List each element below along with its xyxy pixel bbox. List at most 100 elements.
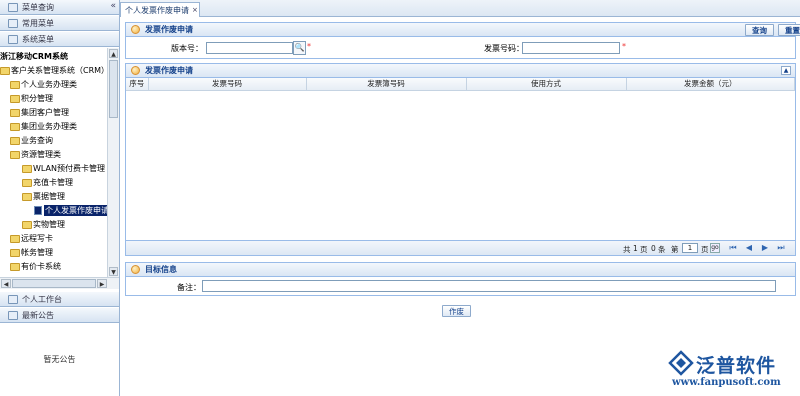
- tree-item-label: 业务查询: [21, 136, 53, 145]
- page-number-input[interactable]: 1: [682, 243, 698, 253]
- column-header[interactable]: 发票金额（元）: [626, 78, 795, 91]
- folder-icon: [22, 192, 32, 201]
- version-input[interactable]: [206, 42, 293, 54]
- column-header[interactable]: 发票号码: [148, 78, 307, 91]
- search-panel-title: 发票作废申请: [145, 25, 193, 34]
- scrollbar-thumb-horizontal[interactable]: [12, 279, 96, 288]
- tree-item[interactable]: 浙江移动CRM系统: [0, 50, 68, 63]
- menu-tree: 浙江移动CRM系统 客户关系管理系统（CRM） 个人业务办理类 积分管理 集团客户管理集…: [0, 48, 107, 277]
- tab-bar: 个人发票作废申请 ×: [120, 0, 800, 17]
- personal-workbench-header[interactable]: 个人工作台: [0, 292, 119, 307]
- target-info-header: 目标信息: [126, 263, 795, 277]
- common-menu-header[interactable]: 常用菜单: [0, 16, 119, 31]
- table-header-row: 序号 发票号码 发票簿号码 使用方式 发票金额（元）: [126, 78, 795, 91]
- folder-icon: [10, 94, 20, 103]
- scroll-left-icon[interactable]: ◀: [1, 279, 11, 288]
- tree-item[interactable]: 票据管理: [22, 190, 65, 203]
- logo-icon: [668, 350, 694, 376]
- common-menu-label: 常用菜单: [22, 18, 54, 28]
- personal-workbench-label: 个人工作台: [22, 294, 62, 304]
- menu-query-label: 菜单查询: [22, 2, 54, 12]
- pager-page-suffix: 页: [701, 245, 709, 254]
- target-info-panel: 目标信息 备注：: [125, 262, 796, 296]
- app-window: 菜单查询 « 常用菜单 系统菜单 浙江移动CRM系统 客户关系管理系统（CRM） 个…: [0, 0, 800, 396]
- search-panel: 发票作废申请 查询 重置 版本号： 🔍 * 发票号码： *: [125, 22, 800, 59]
- collapse-panel-icon[interactable]: ▲: [781, 66, 791, 75]
- tree-item[interactable]: 有价卡系统: [10, 260, 61, 273]
- scroll-right-icon[interactable]: ▶: [97, 279, 107, 288]
- folder-icon: [10, 234, 20, 243]
- pager-record-count: 0: [651, 244, 656, 253]
- folder-icon: [10, 248, 20, 257]
- collapse-left-icon[interactable]: «: [110, 1, 116, 11]
- latest-notice-header[interactable]: 最新公告: [0, 308, 119, 323]
- pagination-bar: 共 1 页 0 条 第 1 页 go ⏮ ◀ ▶ ⏭: [126, 240, 795, 255]
- query-button[interactable]: 查询: [745, 24, 774, 36]
- folder-icon: [22, 164, 32, 173]
- tree-horizontal-scrollbar[interactable]: ◀ ▶: [0, 277, 119, 289]
- folder-icon: [10, 122, 20, 131]
- tree-item[interactable]: 充值卡管理: [22, 176, 73, 189]
- folder-icon: [10, 136, 20, 145]
- desk-icon: [8, 295, 18, 304]
- tree-item[interactable]: 集团业务办理类: [10, 120, 77, 133]
- prev-page-icon[interactable]: ◀: [744, 243, 754, 253]
- tree-item-label: 充值卡管理: [33, 178, 73, 187]
- panel-bullet-icon: [131, 265, 140, 274]
- tree-item[interactable]: 积分管理: [10, 92, 53, 105]
- tree-item-label: 资源管理类: [21, 150, 61, 159]
- version-label: 版本号：: [171, 44, 203, 53]
- reset-button[interactable]: 重置: [778, 24, 800, 36]
- remark-input[interactable]: [202, 280, 776, 292]
- folder-icon: [22, 220, 32, 229]
- scroll-up-icon[interactable]: ▲: [109, 49, 118, 58]
- column-header[interactable]: 序号: [126, 78, 149, 91]
- tree-item[interactable]: 帐务管理: [10, 246, 53, 259]
- close-icon[interactable]: ×: [192, 6, 198, 14]
- panel-bullet-icon: [131, 66, 140, 75]
- system-menu-header[interactable]: 系统菜单: [0, 32, 119, 47]
- tree-item-label: 远程写卡: [21, 234, 53, 243]
- notice-content: 暂无公告: [0, 324, 119, 396]
- tree-item[interactable]: 资源管理类: [10, 148, 61, 161]
- panel-bullet-icon: [131, 25, 140, 34]
- tree-item[interactable]: WLAN预付费卡管理: [22, 162, 105, 175]
- search-icon[interactable]: 🔍: [293, 41, 306, 55]
- search-icon: [8, 3, 18, 12]
- folder-icon: [8, 35, 18, 44]
- brand-logo: 泛普软件 www.fanpusoft.com: [668, 350, 796, 392]
- first-page-icon[interactable]: ⏮: [728, 243, 738, 253]
- tree-item[interactable]: 个人发票作废申请: [34, 204, 107, 217]
- invoice-table: 序号 发票号码 发票簿号码 使用方式 发票金额（元）: [126, 78, 795, 91]
- remark-label: 备注：: [177, 283, 201, 292]
- folder-icon: [10, 150, 20, 159]
- tree-item[interactable]: 客户关系管理系统（CRM）: [0, 64, 107, 77]
- pager-total-prefix: 共: [623, 245, 631, 254]
- menu-query-header[interactable]: 菜单查询 «: [0, 0, 119, 15]
- tree-item[interactable]: 远程写卡: [10, 232, 53, 245]
- tree-item[interactable]: 业务查询: [10, 134, 53, 147]
- column-header[interactable]: 使用方式: [466, 78, 627, 91]
- tree-item[interactable]: 个人业务办理类: [10, 78, 77, 91]
- tree-item[interactable]: 集团客户管理: [10, 106, 69, 119]
- go-button[interactable]: go: [710, 243, 720, 253]
- invoice-required-mark: *: [622, 42, 626, 51]
- next-page-icon[interactable]: ▶: [760, 243, 770, 253]
- tree-item-label: 实物管理: [33, 220, 65, 229]
- tree-item[interactable]: 实物管理: [22, 218, 65, 231]
- tree-item-label: WLAN预付费卡管理: [33, 164, 106, 173]
- tree-item-label: 个人发票作废申请: [44, 205, 107, 216]
- page-icon: [34, 206, 42, 215]
- scroll-down-icon[interactable]: ▼: [109, 267, 118, 276]
- tree-item-label: 票据管理: [33, 192, 65, 201]
- invoice-number-input[interactable]: [522, 42, 620, 54]
- tree-item-label: 有价卡系统: [21, 262, 61, 271]
- tree-vertical-scrollbar[interactable]: ▲ ▼: [107, 48, 119, 277]
- void-button[interactable]: 作废: [442, 305, 471, 317]
- last-page-icon[interactable]: ⏭: [776, 243, 786, 253]
- folder-icon: [0, 66, 10, 75]
- column-header[interactable]: 发票簿号码: [306, 78, 467, 91]
- tab-invoice-void-request[interactable]: 个人发票作废申请 ×: [120, 2, 200, 17]
- scrollbar-thumb[interactable]: [109, 60, 118, 118]
- folder-icon: [22, 178, 32, 187]
